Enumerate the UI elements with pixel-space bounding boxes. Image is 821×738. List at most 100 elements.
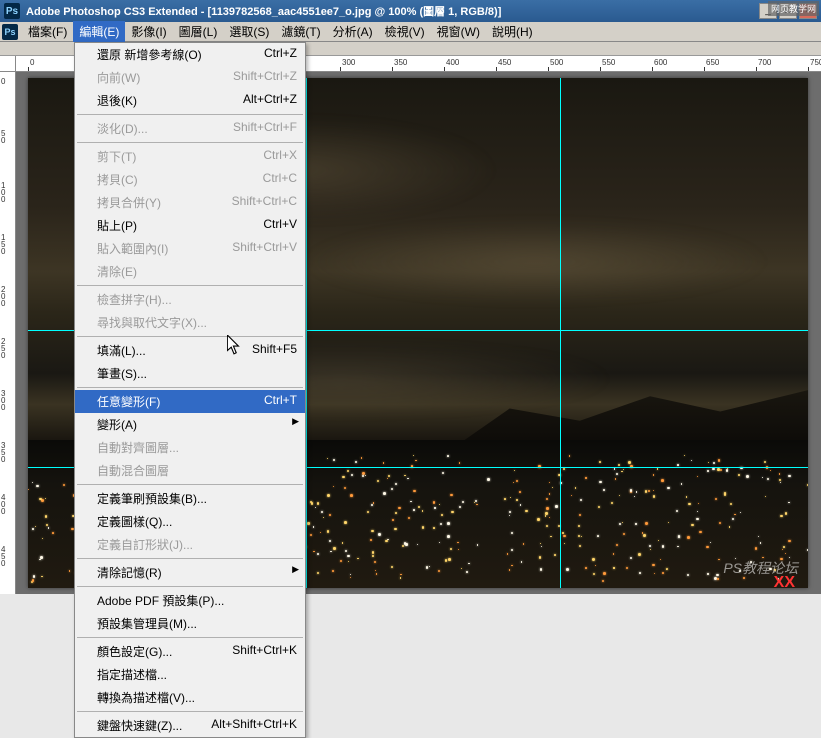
- menu-item-label: 填滿(L)...: [97, 342, 232, 359]
- menu-item: 剪下(T) Ctrl+X: [75, 145, 305, 168]
- menu-item-shortcut: Shift+Ctrl+V: [232, 240, 297, 257]
- menu-item: 拷貝(C) Ctrl+C: [75, 168, 305, 191]
- menu-item-label: 拷貝(C): [97, 171, 243, 188]
- guide-vertical[interactable]: [306, 78, 307, 588]
- menu-item: 貼入範圍內(I) Shift+Ctrl+V: [75, 237, 305, 260]
- menu-separator: [77, 558, 303, 559]
- menu-item-shortcut: Shift+Ctrl+C: [232, 194, 297, 211]
- menu-item[interactable]: 顏色設定(G)... Shift+Ctrl+K: [75, 640, 305, 663]
- menu-影像[interactable]: 影像(I): [125, 21, 172, 42]
- menu-item: 定義自訂形狀(J)...: [75, 533, 305, 556]
- titlebar: Ps Adobe Photoshop CS3 Extended - [11397…: [0, 0, 821, 22]
- menu-item[interactable]: Adobe PDF 預設集(P)...: [75, 589, 305, 612]
- menu-item-label: Adobe PDF 預設集(P)...: [97, 592, 297, 609]
- menu-item: 拷貝合併(Y) Shift+Ctrl+C: [75, 191, 305, 214]
- menu-item-label: 預設集管理員(M)...: [97, 615, 297, 632]
- menu-item-shortcut: Shift+Ctrl+Z: [233, 69, 297, 86]
- menu-item: 自動對齊圖層...: [75, 436, 305, 459]
- menu-separator: [77, 336, 303, 337]
- menu-item[interactable]: 預設集管理員(M)...: [75, 612, 305, 635]
- titlebar-text: Adobe Photoshop CS3 Extended - [11397825…: [26, 3, 759, 19]
- menu-item[interactable]: 筆畫(S)...: [75, 362, 305, 385]
- menu-item-label: 定義圖樣(Q)...: [97, 513, 297, 530]
- menu-item-label: 鍵盤快速鍵(Z)...: [97, 717, 191, 734]
- menu-視窗[interactable]: 視窗(W): [431, 21, 486, 42]
- menu-item-shortcut: Shift+Ctrl+K: [232, 643, 297, 660]
- menu-separator: [77, 285, 303, 286]
- menu-item-shortcut: Ctrl+Z: [264, 46, 297, 63]
- menu-item-shortcut: Ctrl+V: [263, 217, 297, 234]
- menu-item: 檢查拼字(H)...: [75, 288, 305, 311]
- menu-item[interactable]: 鍵盤快速鍵(Z)... Alt+Shift+Ctrl+K: [75, 714, 305, 737]
- menu-item: 尋找與取代文字(X)...: [75, 311, 305, 334]
- menu-item-shortcut: Alt+Shift+Ctrl+K: [211, 717, 297, 734]
- menu-item-label: 筆畫(S)...: [97, 365, 297, 382]
- edit-menu-dropdown: 還原 新增參考線(O) Ctrl+Z 向前(W) Shift+Ctrl+Z 退後(K) A…: [74, 42, 306, 738]
- menu-item[interactable]: 轉換為描述檔(V)...: [75, 686, 305, 709]
- menu-item[interactable]: 貼上(P) Ctrl+V: [75, 214, 305, 237]
- menu-item[interactable]: 填滿(L)... Shift+F5: [75, 339, 305, 362]
- menu-item-label: 剪下(T): [97, 148, 243, 165]
- menu-item[interactable]: 任意變形(F) Ctrl+T: [75, 390, 305, 413]
- menu-item-label: 退後(K): [97, 92, 223, 109]
- menu-item[interactable]: 退後(K) Alt+Ctrl+Z: [75, 89, 305, 112]
- menu-item-shortcut: Shift+F5: [252, 342, 297, 359]
- menu-item-label: 轉換為描述檔(V)...: [97, 689, 297, 706]
- menu-separator: [77, 586, 303, 587]
- menu-item-label: 指定描述檔...: [97, 666, 297, 683]
- watermark-top: 网页教学网: [768, 1, 819, 16]
- menu-分析[interactable]: 分析(A): [327, 21, 379, 42]
- menu-說明[interactable]: 說明(H): [486, 21, 539, 42]
- menu-item-label: 定義筆刷預設集(B)...: [97, 490, 297, 507]
- menu-item-label: 清除(E): [97, 263, 297, 280]
- menu-item-shortcut: Ctrl+T: [264, 393, 297, 410]
- menu-檢視[interactable]: 檢視(V): [379, 21, 431, 42]
- menu-item[interactable]: 指定描述檔...: [75, 663, 305, 686]
- submenu-arrow-icon: ▶: [292, 416, 299, 427]
- menu-item-shortcut: Alt+Ctrl+Z: [243, 92, 297, 109]
- menu-item-shortcut: Shift+Ctrl+F: [233, 120, 297, 137]
- menu-separator: [77, 114, 303, 115]
- menu-item: 淡化(D)... Shift+Ctrl+F: [75, 117, 305, 140]
- menu-item-label: 貼上(P): [97, 217, 243, 234]
- menu-item[interactable]: 清除記憶(R)▶: [75, 561, 305, 584]
- menu-separator: [77, 484, 303, 485]
- submenu-arrow-icon: ▶: [292, 564, 299, 575]
- ruler-origin[interactable]: [0, 56, 16, 72]
- menu-separator: [77, 711, 303, 712]
- menu-item-label: 變形(A): [97, 416, 297, 433]
- menu-item-shortcut: Ctrl+X: [263, 148, 297, 165]
- menu-檔案[interactable]: 檔案(F): [22, 21, 73, 42]
- menu-item-label: 自動混合圖層: [97, 462, 297, 479]
- menu-item[interactable]: 定義筆刷預設集(B)...: [75, 487, 305, 510]
- menu-item[interactable]: 還原 新增參考線(O) Ctrl+Z: [75, 43, 305, 66]
- menu-separator: [77, 637, 303, 638]
- menu-item-label: 拷貝合併(Y): [97, 194, 212, 211]
- menu-item: 清除(E): [75, 260, 305, 283]
- menu-item-label: 任意變形(F): [97, 393, 244, 410]
- menu-separator: [77, 387, 303, 388]
- menu-圖層[interactable]: 圖層(L): [173, 21, 224, 42]
- app-icon: Ps: [4, 3, 20, 19]
- menu-item: 向前(W) Shift+Ctrl+Z: [75, 66, 305, 89]
- menu-選取[interactable]: 選取(S): [223, 21, 275, 42]
- ruler-vertical[interactable]: 050100150200250300350400450: [0, 72, 16, 594]
- menu-item-label: 尋找與取代文字(X)...: [97, 314, 297, 331]
- ps-icon[interactable]: Ps: [2, 24, 18, 40]
- menu-編輯[interactable]: 編輯(E): [73, 21, 125, 42]
- menu-item-label: 還原 新增參考線(O): [97, 46, 244, 63]
- menu-item-label: 定義自訂形狀(J)...: [97, 536, 297, 553]
- menu-item[interactable]: 定義圖樣(Q)...: [75, 510, 305, 533]
- menu-item-label: 清除記憶(R): [97, 564, 297, 581]
- menubar: Ps 檔案(F)編輯(E)影像(I)圖層(L)選取(S)濾鏡(T)分析(A)檢視…: [0, 22, 821, 42]
- menu-item-label: 顏色設定(G)...: [97, 643, 212, 660]
- menu-濾鏡[interactable]: 濾鏡(T): [275, 21, 326, 42]
- menu-item-label: 淡化(D)...: [97, 120, 213, 137]
- menu-item[interactable]: 變形(A)▶: [75, 413, 305, 436]
- menu-item-label: 向前(W): [97, 69, 213, 86]
- menu-item-label: 貼入範圍內(I): [97, 240, 212, 257]
- menu-item-label: 自動對齊圖層...: [97, 439, 297, 456]
- guide-vertical[interactable]: [560, 78, 561, 588]
- menu-item-shortcut: Ctrl+C: [263, 171, 297, 188]
- menu-item-label: 檢查拼字(H)...: [97, 291, 297, 308]
